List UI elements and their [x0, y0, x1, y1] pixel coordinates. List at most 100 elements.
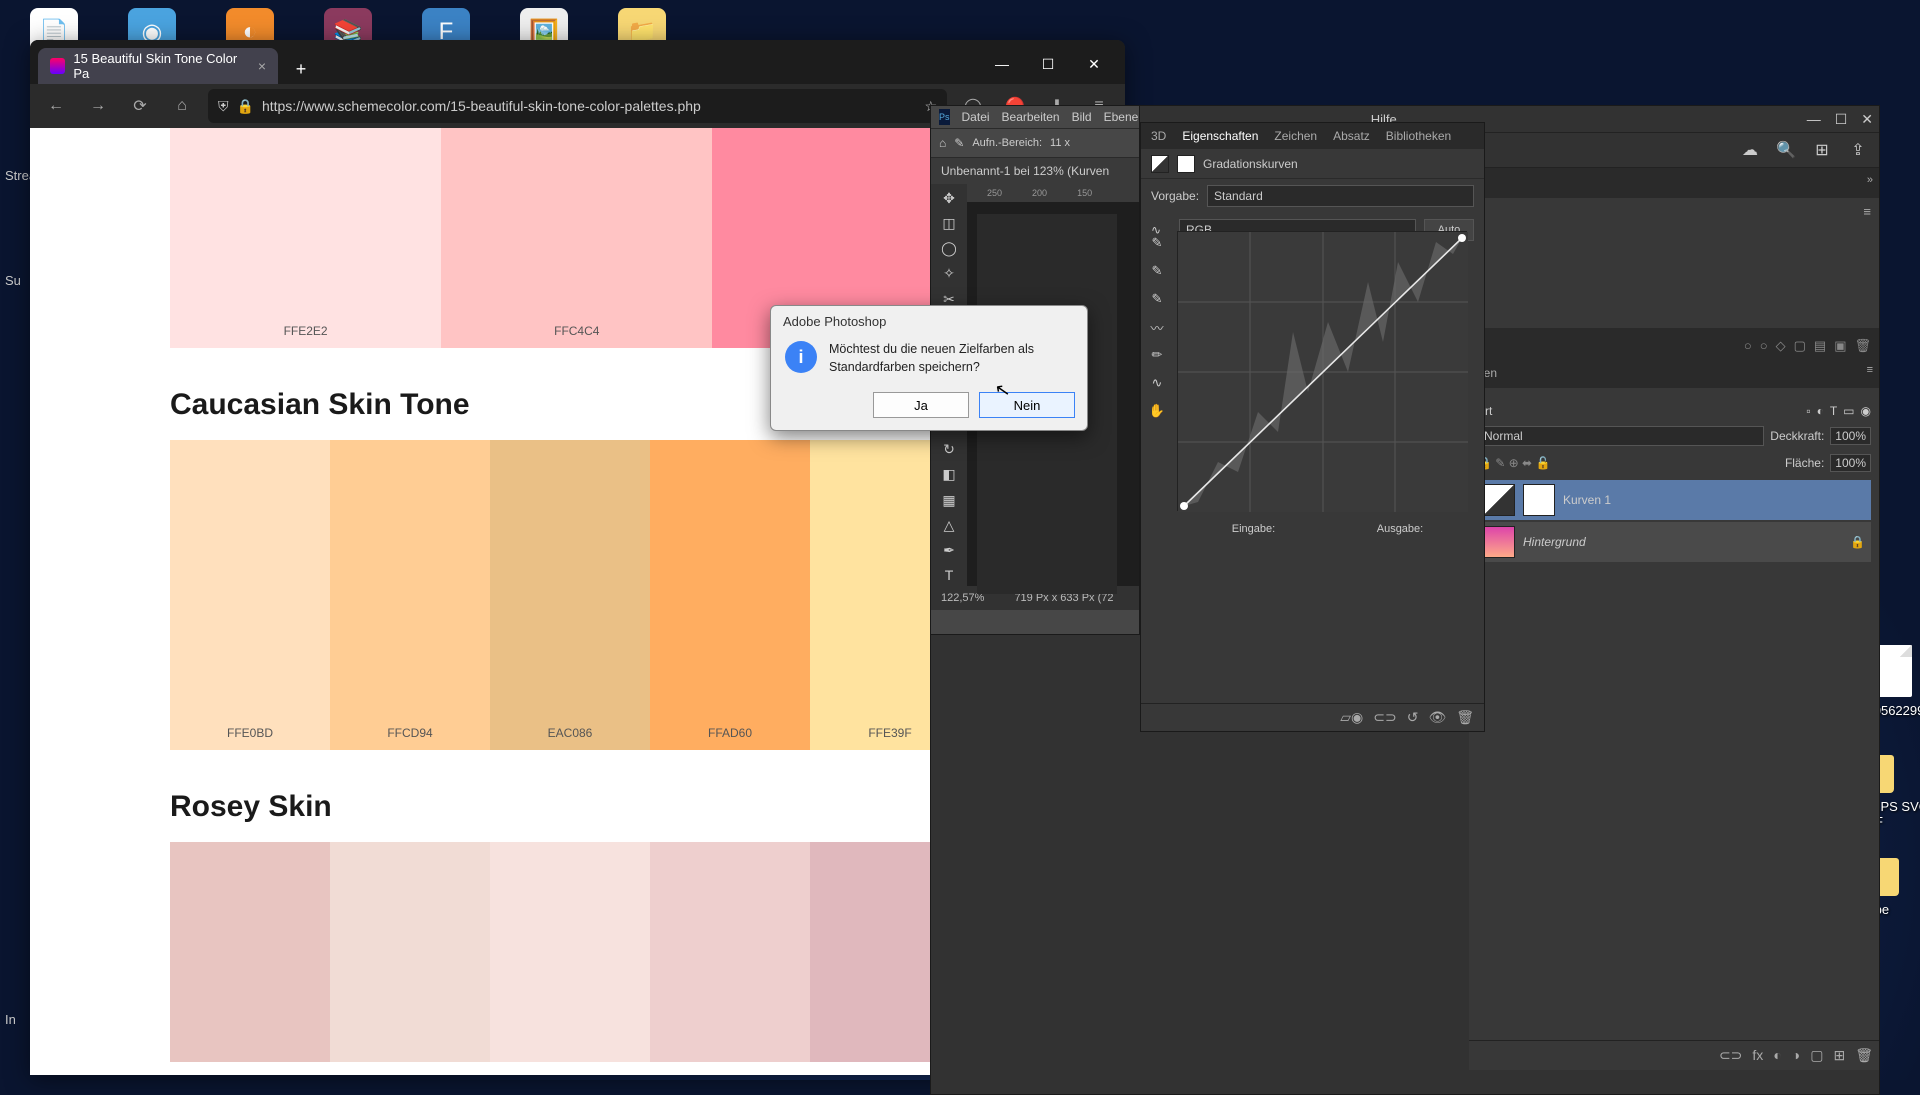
- ps-maximize-icon[interactable]: ☐: [1835, 111, 1848, 128]
- blend-mode-select[interactable]: Normal: [1477, 426, 1764, 446]
- clip-icon[interactable]: ▱◉: [1340, 709, 1363, 726]
- color-swatch[interactable]: FFE2E2: [170, 128, 441, 348]
- blur-tool-icon[interactable]: △: [935, 515, 963, 536]
- tab-character[interactable]: Zeichen: [1274, 129, 1317, 143]
- reload-button[interactable]: ⟳: [124, 90, 156, 122]
- color-swatch[interactable]: FFE0BD: [170, 440, 330, 750]
- color-swatch[interactable]: FFCD94: [330, 440, 490, 750]
- new-tab-button[interactable]: +: [286, 54, 316, 84]
- curve-edit-icon[interactable]: 〰: [1147, 317, 1167, 337]
- no-button[interactable]: Nein: [979, 392, 1075, 418]
- ps-close-icon[interactable]: ✕: [1861, 111, 1873, 128]
- wand-tool-icon[interactable]: ✧: [935, 263, 963, 284]
- hand-icon[interactable]: ✋: [1147, 401, 1167, 421]
- panel-icon[interactable]: ○: [1760, 338, 1768, 354]
- gradient-tool-icon[interactable]: ▦: [935, 490, 963, 511]
- layer-filter-icon[interactable]: ◉: [1861, 404, 1871, 418]
- panel-collapse-icon[interactable]: »: [1867, 174, 1873, 186]
- search-icon[interactable]: 🔍: [1775, 139, 1797, 161]
- ps-minimize-icon[interactable]: —: [1807, 111, 1821, 127]
- menu-item[interactable]: Bild: [1072, 110, 1092, 124]
- yes-button[interactable]: Ja: [873, 392, 969, 418]
- move-tool-icon[interactable]: ✥: [935, 188, 963, 209]
- trash-icon[interactable]: 🗑: [1456, 709, 1474, 726]
- color-swatch[interactable]: [170, 842, 330, 1062]
- menu-item[interactable]: Bearbeiten: [1002, 110, 1060, 124]
- eraser-tool-icon[interactable]: ◧: [935, 464, 963, 485]
- marquee-tool-icon[interactable]: ◫: [935, 213, 963, 234]
- panel-icon[interactable]: 🗑: [1854, 338, 1871, 354]
- cloud-icon[interactable]: ☁: [1739, 139, 1761, 161]
- color-swatch[interactable]: FFC4C4: [441, 128, 712, 348]
- panel-tab-row-2: ○ ○ ◇ ▢ ▤ ▣ 🗑: [1469, 328, 1879, 358]
- document-tab[interactable]: Unbenannt-1 bei 123% (Kurven: [931, 158, 1139, 184]
- workspace-icon[interactable]: ⊞: [1811, 139, 1833, 161]
- forward-button[interactable]: →: [82, 90, 114, 122]
- shield-icon: ⛨: [218, 98, 229, 115]
- mask-icon[interactable]: ◐: [1773, 1047, 1781, 1064]
- eyedropper-black-icon[interactable]: ✎: [1147, 233, 1167, 253]
- menu-item[interactable]: Ebene: [1104, 110, 1139, 124]
- panel-icon[interactable]: ▢: [1794, 338, 1806, 354]
- pen-tool-icon[interactable]: ✒: [935, 540, 963, 561]
- color-swatch[interactable]: [650, 842, 810, 1062]
- panel-icon[interactable]: ○: [1744, 338, 1752, 354]
- eyedropper-gray-icon[interactable]: ✎: [1147, 261, 1167, 281]
- link-icon[interactable]: ⊂⊃: [1719, 1047, 1742, 1064]
- new-layer-icon[interactable]: ⊞: [1833, 1047, 1845, 1064]
- color-swatch[interactable]: FFAD60: [650, 440, 810, 750]
- maximize-button[interactable]: ☐: [1025, 44, 1071, 84]
- home-button[interactable]: ⌂: [166, 90, 198, 122]
- pencil-icon[interactable]: ✏: [1147, 345, 1167, 365]
- tab-close-icon[interactable]: ×: [258, 58, 266, 74]
- link-icon[interactable]: ⊂⊃: [1373, 709, 1396, 726]
- curves-graph[interactable]: [1177, 231, 1467, 511]
- layers-tab[interactable]: nen ≡: [1469, 358, 1879, 388]
- browser-tab-active[interactable]: 15 Beautiful Skin Tone Color Pa ×: [38, 48, 278, 84]
- visibility-icon[interactable]: 👁: [1428, 709, 1446, 726]
- back-button[interactable]: ←: [40, 90, 72, 122]
- layer-filter-icon[interactable]: ▭: [1843, 404, 1854, 418]
- eyedropper-white-icon[interactable]: ✎: [1147, 289, 1167, 309]
- close-button[interactable]: ✕: [1071, 44, 1117, 84]
- layer-filter-icon[interactable]: T: [1830, 404, 1837, 418]
- type-tool-icon[interactable]: T: [935, 565, 963, 586]
- lock-icons[interactable]: 🔒 ✎ ⊕ ⬌ 🔓: [1477, 456, 1550, 470]
- layer-row-curves[interactable]: Kurven 1: [1477, 480, 1871, 520]
- tab-paragraph[interactable]: Absatz: [1333, 129, 1370, 143]
- group-icon[interactable]: ▢: [1810, 1047, 1823, 1064]
- reset-icon[interactable]: ↺: [1407, 709, 1419, 726]
- smooth-icon[interactable]: ∿: [1147, 373, 1167, 393]
- adjustment-icon[interactable]: ◑: [1792, 1047, 1800, 1064]
- panel-menu-icon[interactable]: ≡: [1863, 204, 1871, 219]
- layer-row-background[interactable]: Hintergrund 🔒: [1477, 522, 1871, 562]
- lasso-tool-icon[interactable]: ◯: [935, 238, 963, 259]
- lock-icon[interactable]: 🔒: [1850, 535, 1865, 549]
- share-icon[interactable]: ⇪: [1847, 139, 1869, 161]
- fill-value[interactable]: 100%: [1830, 454, 1871, 472]
- panel-menu-icon[interactable]: ≡: [1867, 364, 1873, 376]
- opacity-value[interactable]: 100%: [1830, 427, 1871, 445]
- tab-libraries[interactable]: Bibliotheken: [1386, 129, 1451, 143]
- panel-icon[interactable]: ▣: [1834, 338, 1846, 354]
- preset-select[interactable]: Standard: [1207, 185, 1474, 207]
- home-icon[interactable]: ⌂: [939, 136, 946, 150]
- color-swatch[interactable]: [330, 842, 490, 1062]
- color-swatch[interactable]: [490, 842, 650, 1062]
- tab-properties[interactable]: Eigenschaften: [1182, 129, 1258, 143]
- history-tool-icon[interactable]: ↻: [935, 439, 963, 460]
- curves-io-labels: Eingabe: Ausgabe:: [1181, 523, 1474, 535]
- fx-icon[interactable]: fx: [1752, 1047, 1763, 1064]
- panel-icon[interactable]: ◇: [1776, 338, 1786, 354]
- menu-item[interactable]: Datei: [962, 110, 990, 124]
- tab-3d[interactable]: 3D: [1151, 129, 1166, 143]
- minimize-button[interactable]: —: [979, 44, 1025, 84]
- trash-icon[interactable]: 🗑: [1855, 1047, 1873, 1064]
- color-swatch[interactable]: EAC086: [490, 440, 650, 750]
- layer-filter-icon[interactable]: ◐: [1817, 404, 1824, 418]
- panel-icon[interactable]: ▤: [1814, 338, 1826, 354]
- eyedropper-icon[interactable]: ✎: [954, 136, 964, 150]
- layer-thumb-adjust: [1483, 484, 1515, 516]
- layer-filter-icon[interactable]: ▫: [1806, 404, 1810, 418]
- url-bar[interactable]: ⛨ 🔒 https://www.schemecolor.com/15-beaut…: [208, 89, 947, 123]
